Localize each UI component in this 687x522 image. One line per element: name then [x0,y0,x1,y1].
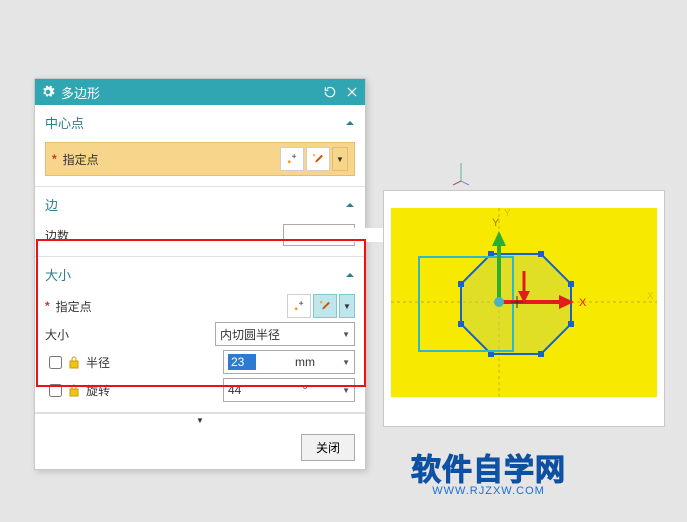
size-mode-value: 内切圆半径 [220,326,342,343]
reset-icon[interactable] [323,85,337,99]
axis-y-far-label: Y [504,208,511,219]
chevron-down-icon[interactable]: ▼ [338,386,354,395]
lock-icon[interactable] [68,383,80,397]
viewport[interactable]: X Y X Y [383,190,665,427]
pencil-spark-icon [311,152,325,166]
size-specify-dropdown-button[interactable]: ▼ [339,294,355,318]
size-mode-label: 大小 [45,326,69,343]
section-edges-header[interactable]: 边 [45,191,355,220]
radius-input[interactable] [228,354,256,370]
center-specify-label: 指定点 [63,151,99,168]
rotate-value: 44 [228,383,241,397]
collapse-handle[interactable]: ▼ [35,413,365,426]
chevron-down-icon[interactable]: ▼ [338,358,354,367]
axis-mini-icon [451,161,471,187]
center-specify-row: * 指定点 ▼ [45,142,355,176]
chevron-up-icon [345,118,355,128]
brand-en: WWW.RJZXW.COM [411,485,566,497]
edge-count-label: 边数 [45,227,69,244]
specify-dropdown-button[interactable]: ▼ [332,147,348,171]
rotate-unit: ° [272,383,338,397]
axis-x-label: X [579,297,587,309]
radius-row: 半径 mm ▼ [45,350,355,374]
rotate-field[interactable]: 44 ° ▼ [223,378,355,402]
radius-label: 半径 [86,354,110,371]
point-plus-icon [285,152,299,166]
brand-cn: 软件自学网 [411,445,566,489]
required-marker: * [52,152,57,166]
size-specify-label: 指定点 [56,298,92,315]
dialog-titlebar[interactable]: 多边形 [35,79,365,105]
chevron-down-icon: ▼ [336,155,344,164]
size-mode-row: 大小 内切圆半径 ▼ [45,322,355,346]
section-center-header[interactable]: 中心点 [45,109,355,138]
chevron-up-icon [345,200,355,210]
chevron-down-icon: ▼ [343,302,351,311]
close-button[interactable]: 关闭 [301,434,355,461]
viewport-graphic: X Y X Y [384,191,664,426]
section-edges-title: 边 [45,195,58,214]
polygon-dialog: 多边形 中心点 * 指定点 ▼ [34,78,366,470]
section-size-header[interactable]: 大小 [45,261,355,290]
required-marker: * [45,299,50,313]
radius-checkbox[interactable] [49,356,62,369]
pick-size-point-button[interactable] [287,294,311,318]
edge-count-row: 边数 ▲▼ [45,224,355,246]
brand-logo: 软件自学网 WWW.RJZXW.COM [411,445,566,497]
section-center: 中心点 * 指定点 ▼ [35,105,365,187]
edge-count-field[interactable]: ▲▼ [283,224,355,246]
radius-field[interactable]: mm ▼ [223,350,355,374]
section-center-title: 中心点 [45,113,84,132]
sketch-point-button[interactable] [306,147,330,171]
section-size-title: 大小 [45,265,71,284]
pencil-spark-icon [318,299,332,313]
axis-y-label: Y [492,217,500,229]
sketch-size-point-button[interactable] [313,294,337,318]
radius-unit: mm [272,355,338,369]
size-mode-combo[interactable]: 内切圆半径 ▼ [215,322,355,346]
chevron-down-icon: ▼ [342,330,350,339]
size-specify-row: * 指定点 ▼ [45,294,355,318]
section-size: 大小 * 指定点 ▼ 大小 [35,257,365,413]
rotate-row: 旋转 44 ° ▼ [45,378,355,402]
rotate-label: 旋转 [86,382,110,399]
gear-icon [41,85,55,99]
close-icon[interactable] [345,85,359,99]
chevron-down-icon: ▼ [196,416,204,425]
chevron-up-icon [345,270,355,280]
lock-icon[interactable] [68,355,80,369]
axis-x-far-label: X [647,291,654,302]
dialog-title: 多边形 [61,83,315,102]
pick-point-button[interactable] [280,147,304,171]
section-edges: 边 边数 ▲▼ [35,187,365,257]
dialog-footer: 关闭 [35,426,365,469]
rotate-checkbox[interactable] [49,384,62,397]
point-plus-icon [292,299,306,313]
